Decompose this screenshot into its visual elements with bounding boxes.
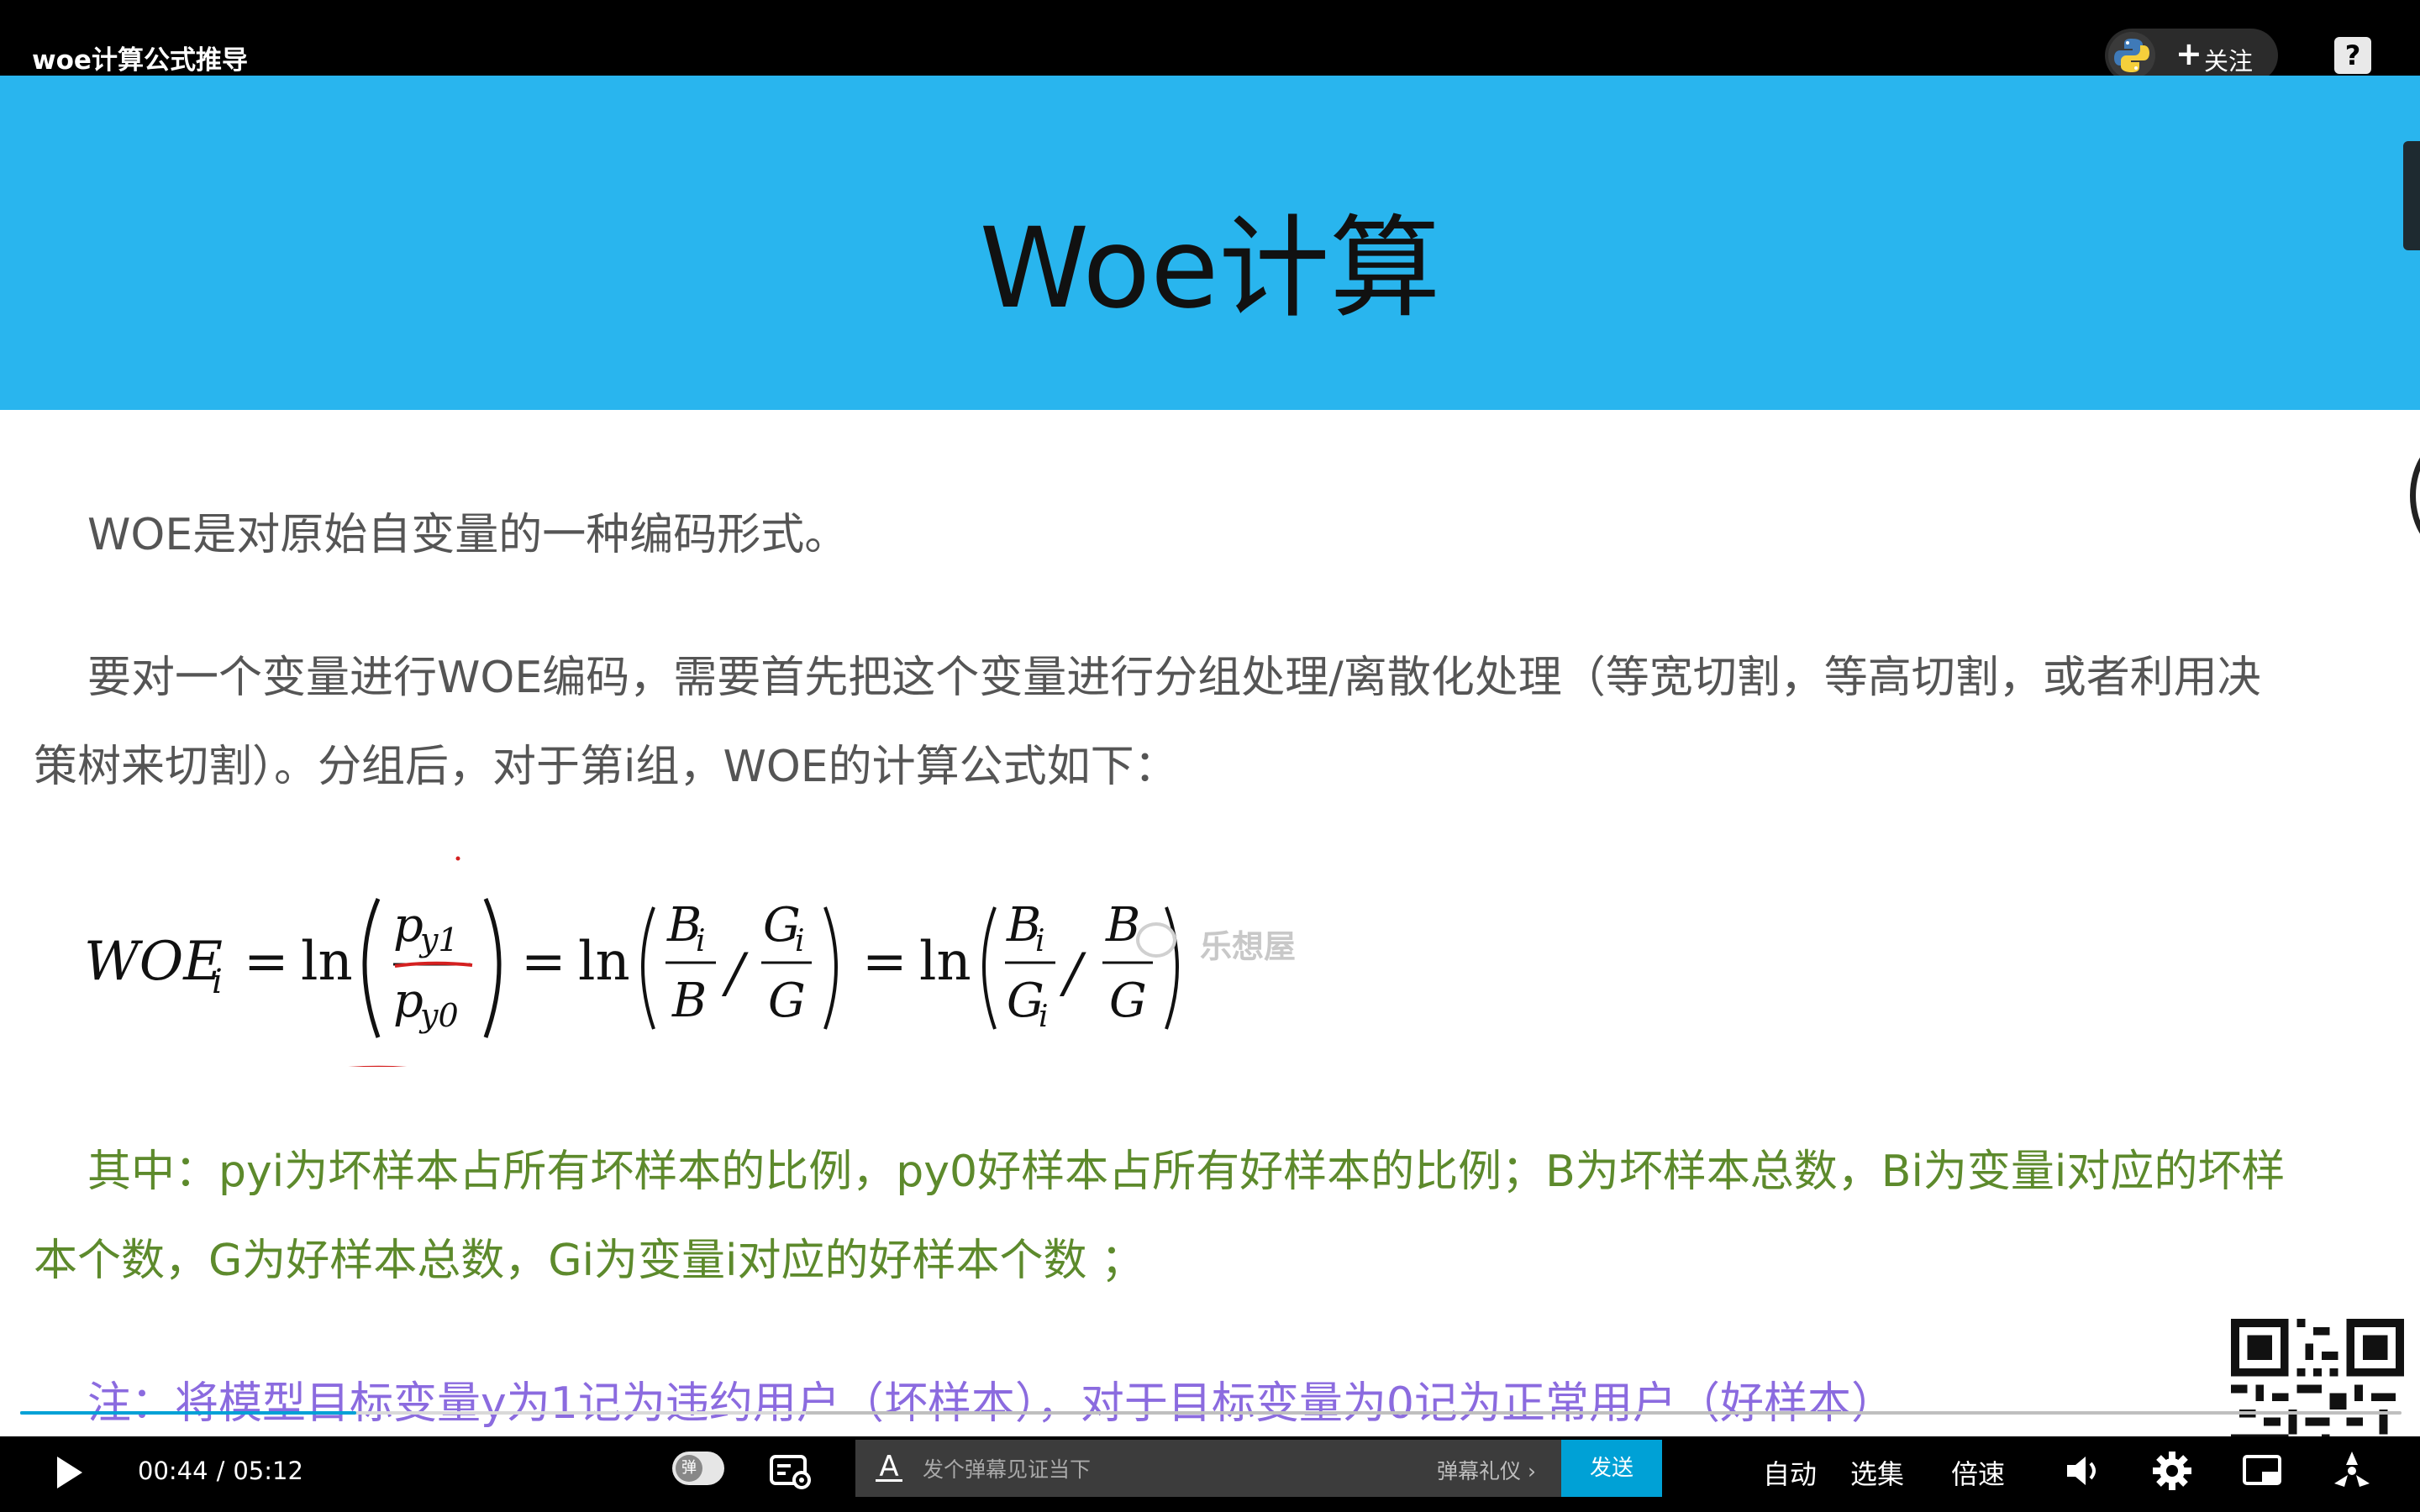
formula-G-sub-i-2: i xyxy=(1039,1000,1049,1034)
watermark-logo-icon xyxy=(1136,922,1176,958)
formula-G-sub-i: i xyxy=(795,924,805,958)
slide-title: Woe计算 xyxy=(979,204,1441,333)
danmaku-etiquette-link[interactable]: 弹幕礼仪 › xyxy=(1437,1455,1536,1485)
danmaku-toggle-knob: 弹 xyxy=(676,1455,702,1482)
help-icon[interactable]: ? xyxy=(2334,37,2371,74)
formula-B-sub-i-2: i xyxy=(1035,924,1045,958)
watermark-text: 乐想屋 xyxy=(1200,928,1297,965)
paragraph-note: 注：将模型目标变量y为1记为违约用户（坏样本），对于目标变量为0记为正常用户（好… xyxy=(87,1378,1895,1429)
qr-code xyxy=(2231,1319,2404,1436)
follow-label: 关注 xyxy=(2204,47,2254,76)
formula-eq-2: = xyxy=(521,931,566,993)
paragraph-woe-definition: WOE是对原始自变量的一种编码形式。 xyxy=(87,510,849,560)
red-dot xyxy=(455,856,460,861)
paragraph-variables-line1: 其中：pyi为坏样本占所有坏样本的比例，py0好样本占所有好样本的比例；B为坏样… xyxy=(87,1147,2286,1197)
settings-gear-icon[interactable] xyxy=(2149,1448,2195,1494)
volume-icon[interactable] xyxy=(2060,1448,2106,1494)
formula-woe: WOE xyxy=(84,931,223,993)
danmaku-input-bar: A 弹幕礼仪 › xyxy=(855,1440,1561,1497)
formula-G: G xyxy=(768,974,806,1028)
video-title: woe计算公式推导 xyxy=(32,45,248,76)
auto-quality-button[interactable]: 自动 xyxy=(1763,1453,1817,1492)
picture-in-picture-icon[interactable] xyxy=(2240,1448,2286,1494)
slide-header: Woe计算 xyxy=(0,76,2420,410)
watermark: 乐想屋 xyxy=(1136,916,1321,966)
paragraph-grouping-line1: 要对一个变量进行WOE编码，需要首先把这个变量进行分组处理/离散化处理（等宽切割… xyxy=(87,653,2261,703)
formula-y1: y1 xyxy=(418,921,459,958)
plus-icon: + xyxy=(2175,35,2202,72)
control-bar: 00:44 / 05:12 弹 A 弹幕礼仪 › 发送 自动 选集 倍速 xyxy=(0,1436,2420,1512)
current-time: 00:44 xyxy=(138,1457,208,1485)
follow-button[interactable]: + 关注 xyxy=(2105,29,2278,82)
scroll-handle xyxy=(2403,141,2420,250)
formula-B: B xyxy=(671,974,707,1028)
formula-p-num: p xyxy=(393,898,424,953)
formula-ln-2: ln xyxy=(578,931,630,993)
formula-ln-1: ln xyxy=(301,931,353,993)
danmaku-toggle[interactable]: 弹 xyxy=(672,1452,724,1485)
time-separator: / xyxy=(216,1457,225,1485)
video-frame[interactable]: Woe计算 WOE是对原始自变量的一种编码形式。 要对一个变量进行WOE编码，需… xyxy=(0,76,2420,1436)
formula-B-2: B xyxy=(1105,898,1140,953)
fullscreen-icon[interactable] xyxy=(2329,1448,2375,1494)
edge-circle-decoration xyxy=(2410,437,2420,554)
formula-G-2: G xyxy=(1109,974,1147,1028)
formula-B-sub-i: i xyxy=(696,924,706,958)
play-icon[interactable] xyxy=(47,1452,89,1494)
paragraph-variables-line2: 本个数，G为好样本总数，Gi为变量i对应的好样本个数 ； xyxy=(34,1236,1145,1286)
playback-speed-button[interactable]: 倍速 xyxy=(1951,1453,2005,1492)
formula-p-den: p xyxy=(393,974,424,1028)
red-underline-numerator xyxy=(394,961,473,968)
formula-ln-3: ln xyxy=(919,931,971,993)
top-bar: woe计算公式推导 + 关注 ? xyxy=(0,0,2420,82)
paragraph-grouping-line2: 策树来切割）。分组后，对于第i组，WOE的计算公式如下： xyxy=(34,742,1178,792)
progress-bar[interactable] xyxy=(20,1411,2402,1415)
python-logo-icon xyxy=(2114,39,2149,72)
formula-eq-1: = xyxy=(244,931,289,993)
progress-played xyxy=(20,1411,356,1415)
uploader-avatar[interactable] xyxy=(2108,32,2155,79)
danmaku-settings-icon[interactable] xyxy=(768,1452,813,1492)
formula-sub-i: i xyxy=(212,963,223,1001)
duration: 05:12 xyxy=(233,1457,303,1485)
formula-slash-1: / xyxy=(721,942,749,1005)
formula-y0: y0 xyxy=(418,997,459,1034)
formula-eq-3: = xyxy=(862,931,908,993)
episodes-button[interactable]: 选集 xyxy=(1850,1453,1904,1492)
danmaku-style-icon[interactable]: A xyxy=(872,1450,906,1487)
danmaku-input[interactable] xyxy=(921,1448,1428,1490)
formula-slash-2: / xyxy=(1059,942,1086,1005)
send-danmaku-button[interactable]: 发送 xyxy=(1561,1440,1662,1497)
time-display: 00:44 / 05:12 xyxy=(138,1457,303,1485)
